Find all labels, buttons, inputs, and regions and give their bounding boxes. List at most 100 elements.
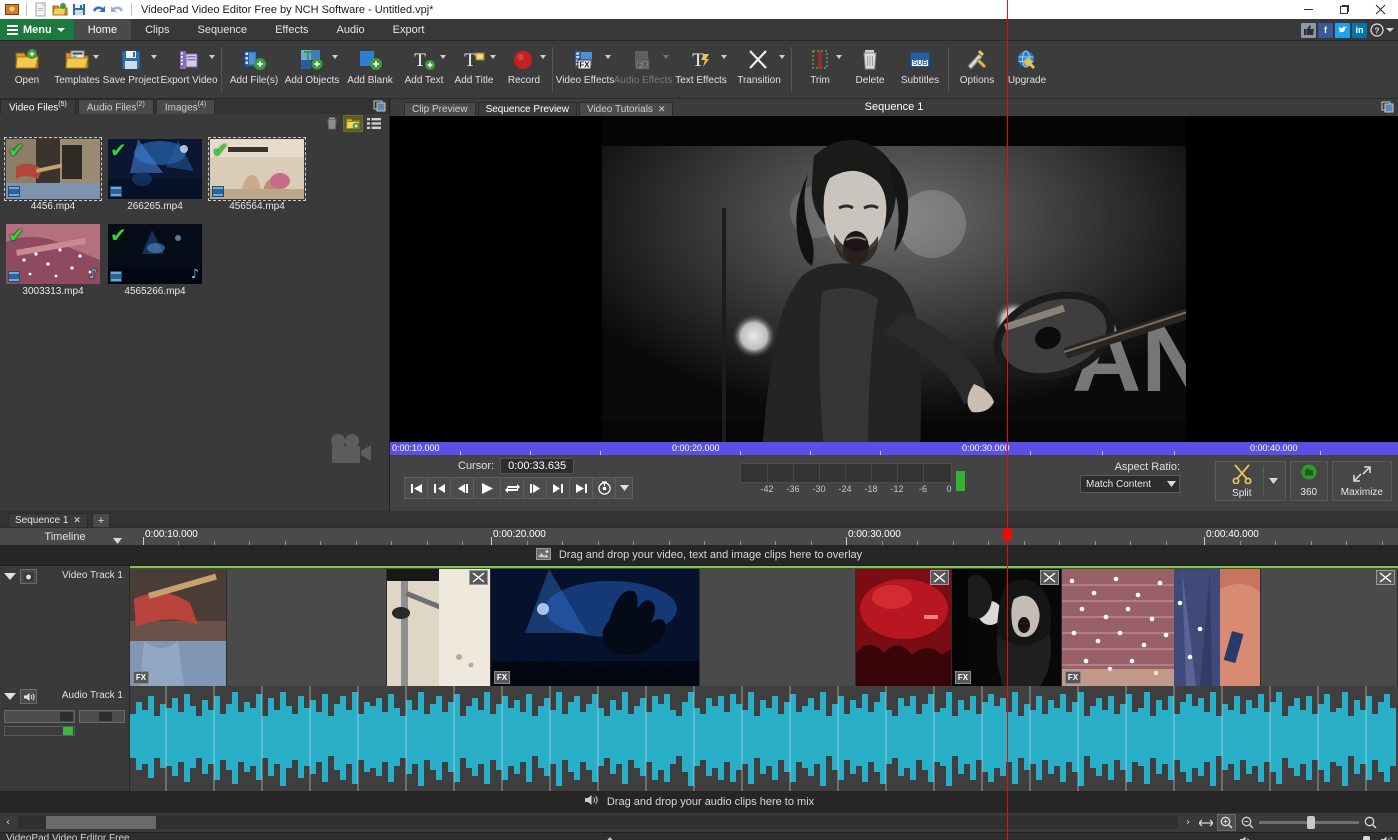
add-text-button[interactable]: T Add Text <box>399 41 449 98</box>
preview-stage[interactable]: AND <box>390 116 1398 442</box>
tab-clips[interactable]: Clips <box>131 19 183 40</box>
tab-video-files[interactable]: Video Files(5) <box>0 99 76 114</box>
clip-fx-badge[interactable]: FX <box>955 671 971 684</box>
playhead-handle[interactable] <box>1003 528 1012 541</box>
split-button[interactable]: Split <box>1215 461 1286 501</box>
media-item[interactable]: ✔ ♪ 4565266.mp4 <box>108 224 208 297</box>
timeline-clip[interactable] <box>856 569 952 686</box>
split-chevron-down-icon[interactable] <box>1264 478 1283 484</box>
prev-clip-button[interactable] <box>427 477 451 499</box>
add-files-button[interactable]: Add File(s) <box>225 41 283 98</box>
media-item[interactable]: ✔ 266265.mp4 <box>108 139 208 212</box>
record-button[interactable]: Record <box>499 41 549 98</box>
360-button[interactable]: 360 <box>1290 461 1328 501</box>
help-icon[interactable]: ? <box>1369 23 1384 38</box>
video-track-body[interactable]: FX <box>130 566 1398 686</box>
twitter-icon[interactable] <box>1335 23 1350 38</box>
audio-track-hint[interactable]: Drag and drop your audio clips here to m… <box>0 791 1398 812</box>
aspect-ratio-select[interactable]: Match Content <box>1080 475 1180 493</box>
pan-slider[interactable] <box>79 710 125 723</box>
clip-fx-badge[interactable]: FX <box>494 671 510 684</box>
media-thumbnail[interactable]: ✔ <box>210 139 304 199</box>
tab-effects[interactable]: Effects <box>261 19 322 40</box>
fit-width-icon[interactable] <box>1196 814 1215 831</box>
chevron-down-icon[interactable] <box>209 55 215 59</box>
add-sequence-button[interactable]: + <box>92 513 110 527</box>
export-video-button[interactable]: Export Video <box>160 41 218 98</box>
media-scrollbar[interactable] <box>384 133 389 511</box>
media-thumbnail[interactable]: ✔ <box>6 139 100 199</box>
facebook-icon[interactable]: f <box>1318 23 1333 38</box>
crossfade-handle[interactable] <box>930 570 949 585</box>
timeline-mode-selector[interactable]: Timeline <box>0 528 130 545</box>
maximize-button[interactable] <box>1326 0 1362 19</box>
delete-media-button[interactable] <box>322 115 342 132</box>
zoom-in-button[interactable] <box>1217 814 1236 831</box>
split-main[interactable]: Split <box>1224 464 1260 499</box>
transport-options-caret[interactable] <box>615 477 633 499</box>
undo-icon[interactable] <box>90 2 106 17</box>
chevron-down-icon[interactable] <box>540 55 546 59</box>
snapshot-button[interactable] <box>592 477 616 499</box>
video-effects-button[interactable]: FX Video Effects <box>556 41 614 98</box>
add-objects-button[interactable]: Add Objects <box>283 41 341 98</box>
timeline-clip[interactable] <box>1261 569 1398 686</box>
step-forward-button[interactable] <box>523 477 547 499</box>
menu-button[interactable]: Menu <box>0 19 74 40</box>
crossfade-handle[interactable] <box>1040 570 1059 585</box>
close-button[interactable] <box>1362 0 1398 19</box>
timeline-clip[interactable] <box>387 569 491 686</box>
volume-slider[interactable] <box>4 710 75 723</box>
timeline-zoom-slider[interactable] <box>1259 814 1359 831</box>
list-view-button[interactable] <box>364 115 384 132</box>
zoom-region-icon[interactable] <box>1361 814 1380 831</box>
tab-sequence-preview[interactable]: Sequence Preview <box>478 102 577 116</box>
detach-panel-icon[interactable] <box>1381 101 1394 116</box>
open-project-icon[interactable] <box>52 2 68 17</box>
media-item[interactable]: ✔ ♪ 3003313.mp4 <box>6 224 106 297</box>
detach-panel-icon[interactable] <box>373 100 386 115</box>
chevron-down-icon[interactable] <box>490 55 496 59</box>
crossfade-handle[interactable] <box>1376 570 1395 585</box>
delete-button[interactable]: Delete <box>845 41 895 98</box>
tab-sequence[interactable]: Sequence <box>184 19 262 40</box>
jump-end-button[interactable] <box>569 477 593 499</box>
audio-track-body[interactable]: FX <box>130 686 1398 791</box>
open-button[interactable]: Open <box>2 41 52 98</box>
chevron-down-icon[interactable] <box>721 55 727 59</box>
options-button[interactable]: Options <box>952 41 1002 98</box>
clip-fx-badge[interactable]: FX <box>133 671 149 684</box>
chevron-down-icon[interactable] <box>93 55 99 59</box>
preview-ruler[interactable]: 0:00:10.000 0:00:20.000 0:00:30.000 0:00… <box>390 442 1398 455</box>
minimize-button[interactable] <box>1290 0 1326 19</box>
save-icon[interactable] <box>71 2 87 17</box>
close-icon[interactable]: ✕ <box>658 104 666 114</box>
media-item[interactable]: ✔ 4456.mp4 <box>6 139 106 212</box>
media-thumbnail[interactable]: ✔ <box>108 139 202 199</box>
master-volume-slider[interactable] <box>1256 835 1376 840</box>
cursor-value[interactable]: 0:00:33.635 <box>500 458 574 474</box>
trim-button[interactable]: Trim <box>795 41 845 98</box>
loop-button[interactable] <box>500 477 524 499</box>
tab-clip-preview[interactable]: Clip Preview <box>404 102 476 116</box>
templates-button[interactable]: Templates <box>52 41 102 98</box>
speaker-icon[interactable] <box>20 689 37 704</box>
social-chevron-down-icon[interactable] <box>1386 28 1394 32</box>
chevron-down-icon[interactable] <box>663 55 669 59</box>
audio-effects-button[interactable]: FX Audio Effects <box>614 41 672 98</box>
timeline-ruler[interactable]: 0:00:10.000 0:00:20.000 0:00:30.000 0:00… <box>130 528 1398 545</box>
step-back-button[interactable] <box>450 477 474 499</box>
subtitles-button[interactable]: SUB Subtitles <box>895 41 945 98</box>
tab-home[interactable]: Home <box>74 19 131 40</box>
chevron-down-icon[interactable] <box>332 55 338 59</box>
timeline-clip[interactable]: FX <box>130 569 227 686</box>
zoom-out-button[interactable] <box>1238 814 1257 831</box>
tab-audio-files[interactable]: Audio Files(2) <box>78 99 154 114</box>
tab-images[interactable]: Images(4) <box>156 99 215 114</box>
next-clip-button[interactable] <box>546 477 570 499</box>
close-icon[interactable]: ✕ <box>73 515 81 526</box>
new-project-icon[interactable] <box>33 2 49 17</box>
tab-video-tutorials[interactable]: Video Tutorials✕ <box>579 102 674 116</box>
chevron-down-icon[interactable] <box>151 55 157 59</box>
crossfade-handle[interactable] <box>469 570 488 585</box>
